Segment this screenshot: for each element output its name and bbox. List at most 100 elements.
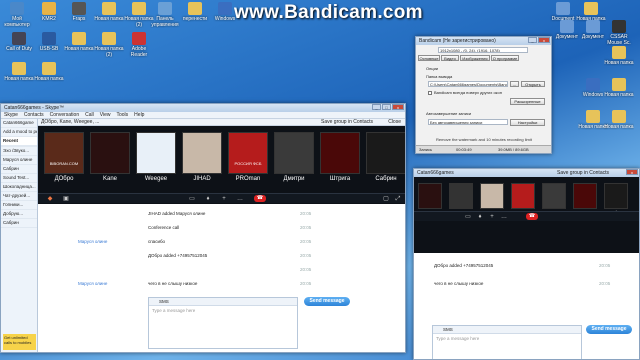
desktop-icon[interactable]: Adobe Reader: [124, 32, 154, 58]
tab-general[interactable]: Основные: [418, 55, 440, 61]
tab-recent[interactable]: Recent: [1, 137, 37, 146]
desktop-icon[interactable]: CSSAR Mouse Sc.: [604, 20, 634, 46]
promo-box[interactable]: Get unlimited calls to mobiles: [3, 334, 36, 350]
chat-icon[interactable]: ▣: [62, 196, 70, 202]
participant-tile[interactable]: Дмитри: [274, 132, 314, 182]
upgrade-banner[interactable]: Remove the watermark and 10 minutes reco…: [436, 137, 532, 142]
desktop-icon[interactable]: Панель управления: [150, 2, 180, 28]
topmost-checkbox[interactable]: [428, 91, 432, 95]
desktop-icon[interactable]: Мой компьютер: [2, 2, 32, 28]
desktop-icon[interactable]: Fraps: [64, 2, 94, 22]
close-button[interactable]: x: [392, 104, 404, 110]
add-icon[interactable]: +: [488, 214, 496, 220]
skype-secondary-titlebar[interactable]: Catan666games Save group in Contacts x: [414, 169, 639, 177]
close-button[interactable]: x: [626, 169, 638, 175]
contact-list-item[interactable]: Add a mood to people...: [1, 128, 37, 137]
menu-call[interactable]: Call: [85, 112, 94, 118]
more-icon[interactable]: …: [236, 196, 244, 202]
participant-tile[interactable]: Штрига: [320, 132, 360, 182]
mic-icon[interactable]: ♦: [476, 214, 484, 220]
menu-help[interactable]: Help: [134, 112, 144, 118]
message-sender[interactable]: Маруся олине: [78, 281, 107, 286]
video-icon[interactable]: ▭: [188, 196, 196, 202]
tab-image[interactable]: Изображения: [460, 55, 490, 61]
tab-video[interactable]: Видео: [441, 55, 459, 61]
close-conversation-link[interactable]: Close: [388, 119, 401, 126]
skype-titlebar[interactable]: Catan666games - Skype™ _ □ x: [1, 104, 405, 112]
desktop-icon[interactable]: перенести: [180, 2, 210, 22]
mic-icon[interactable]: ♦: [204, 196, 212, 202]
participant-tile[interactable]: Kane: [90, 132, 130, 182]
shortcut-icon: [188, 2, 202, 15]
desktop-icon[interactable]: USB-SB: [34, 32, 64, 52]
tab-about[interactable]: О программе: [491, 55, 519, 61]
close-button[interactable]: x: [538, 37, 550, 43]
menu-contacts[interactable]: Contacts: [24, 112, 44, 118]
participant-tile[interactable]: Weegee: [136, 132, 176, 182]
send-message-button[interactable]: Send message: [586, 325, 632, 334]
output-folder-field[interactable]: C:\Users\Catan666games\Documents\Bandica…: [428, 81, 508, 87]
participant-tile[interactable]: JIHAD: [182, 132, 222, 182]
send-message-button[interactable]: Send message: [304, 297, 350, 306]
menu-conversation[interactable]: Conversation: [50, 112, 79, 118]
contact-list-item[interactable]: Шоколадница...: [1, 183, 37, 192]
message-sender[interactable]: Маруся олине: [78, 239, 107, 244]
autostop-field[interactable]: Без автозавершения записи: [428, 119, 508, 125]
compose-box[interactable]: SMS Type a message here: [148, 297, 298, 349]
contact-list-item[interactable]: Сабрин: [1, 165, 37, 174]
desktop-icon[interactable]: Новая папка: [94, 2, 124, 22]
contact-list-item[interactable]: Catan666game: [1, 119, 37, 128]
sms-label[interactable]: SMS: [443, 327, 453, 332]
video-icon[interactable]: ▭: [464, 214, 472, 220]
desktop-icon[interactable]: KMR2: [34, 2, 64, 22]
desktop-icon[interactable]: Call of Duty: [4, 32, 34, 52]
expand-icon[interactable]: ⤢: [394, 196, 402, 202]
message-input[interactable]: Type a message here: [433, 334, 581, 343]
bandicam-titlebar[interactable]: Bandicam (Не зарегистрировано) _ x: [416, 37, 551, 45]
contact-list-item[interactable]: Добрую...: [1, 210, 37, 219]
advanced-button[interactable]: Расширенные: [510, 98, 545, 105]
desktop-icon-label: Новая папка: [64, 46, 94, 52]
more-icon[interactable]: …: [500, 214, 508, 220]
desktop-icon[interactable]: Новая папка: [604, 46, 634, 66]
message-input[interactable]: Type a message here: [149, 306, 297, 315]
desktop-icon[interactable]: Новая папка: [576, 2, 606, 22]
share-icon[interactable]: ◆: [46, 196, 54, 202]
participant-tile[interactable]: Сабрин: [366, 132, 405, 182]
hangup-button[interactable]: ☎: [526, 213, 538, 220]
contact-list-item[interactable]: Sound Test...: [1, 174, 37, 183]
maximize-button[interactable]: □: [382, 104, 391, 110]
contact-list-item[interactable]: Маруся олине: [1, 156, 37, 165]
autostop-settings-button[interactable]: Настройки: [510, 119, 545, 126]
contact-list-item[interactable]: Гопники...: [1, 201, 37, 210]
capture-size-field[interactable]: 1912x1080 - (0, 24), (1916, 1078): [438, 47, 528, 53]
minimize-button[interactable]: _: [528, 37, 537, 43]
sms-label[interactable]: SMS: [159, 299, 169, 304]
desktop-icon[interactable]: Windows: [210, 2, 240, 22]
desktop-icon[interactable]: Новая папка: [64, 32, 94, 52]
desktop-icon[interactable]: Новая папка: [34, 62, 64, 82]
desktop-icon[interactable]: Новая папка: [4, 62, 34, 82]
contact-list-item[interactable]: Эхо /Звуко...: [1, 147, 37, 156]
desktop-icon[interactable]: Новая папка: [604, 78, 634, 98]
open-folder-button[interactable]: Открыть: [521, 81, 545, 87]
desktop-icon[interactable]: Новая папка: [604, 110, 634, 130]
menu-skype[interactable]: Skype: [4, 112, 18, 118]
fullscreen-icon[interactable]: ▢: [382, 196, 390, 202]
participant-tile[interactable]: BIBORAN.COM ДОбро: [44, 132, 84, 182]
hangup-button[interactable]: ☎: [254, 195, 266, 202]
save-group-link[interactable]: Save group in Contacts: [321, 119, 373, 126]
contact-list-item[interactable]: Чат-друзей...: [1, 192, 37, 201]
menu-tools[interactable]: Tools: [116, 112, 128, 118]
desktop-icon[interactable]: Document: [548, 2, 578, 22]
menu-view[interactable]: View: [100, 112, 111, 118]
contact-list-item[interactable]: Сабрин: [1, 219, 37, 228]
save-group-link[interactable]: Save group in Contacts: [557, 169, 609, 177]
browse-button[interactable]: ...: [510, 81, 519, 87]
minimize-button[interactable]: _: [372, 104, 381, 110]
add-icon[interactable]: +: [220, 196, 228, 202]
compose-box[interactable]: SMS Type a message here: [432, 325, 582, 359]
desktop-icon[interactable]: Новая папка (2): [94, 32, 124, 58]
participant-tile[interactable]: РОССИЯ ФСБ PROman: [228, 132, 268, 182]
chat-message-time: 20:05: [300, 281, 312, 286]
